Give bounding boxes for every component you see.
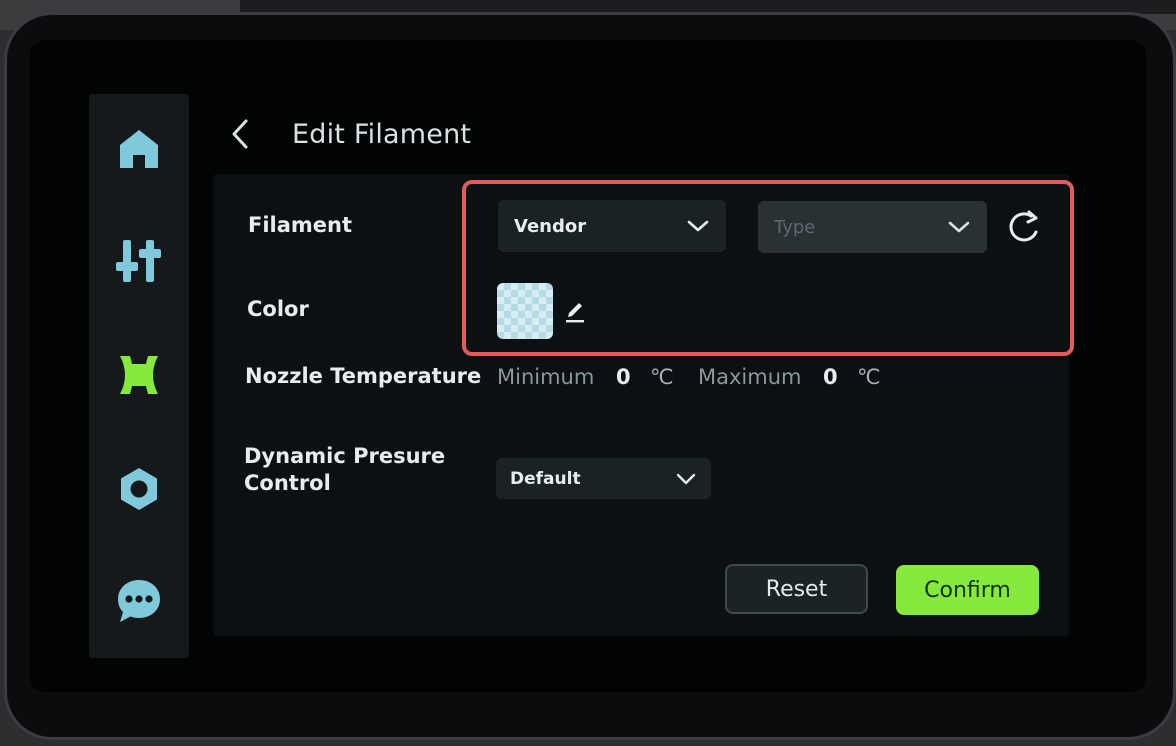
edit-color-button[interactable] bbox=[563, 298, 587, 324]
pencil-icon bbox=[566, 303, 584, 323]
refresh-button[interactable] bbox=[1003, 206, 1045, 248]
back-button[interactable] bbox=[220, 114, 260, 154]
chevron-down-icon bbox=[686, 218, 710, 234]
color-label: Color bbox=[247, 297, 309, 321]
vendor-select[interactable]: Vendor bbox=[498, 200, 726, 252]
sidebar-item-settings[interactable] bbox=[89, 454, 189, 524]
sidebar-item-home[interactable] bbox=[89, 114, 189, 184]
vendor-select-value: Vendor bbox=[514, 215, 587, 237]
chevron-down-icon bbox=[675, 472, 697, 486]
home-icon bbox=[120, 130, 158, 168]
dynamic-pressure-select[interactable]: Default bbox=[496, 458, 711, 499]
refresh-icon bbox=[1009, 210, 1038, 242]
dynamic-pressure-label-line1: Dynamic Presure bbox=[244, 444, 446, 468]
controls-icon bbox=[116, 240, 161, 282]
minimum-label: Minimum bbox=[497, 365, 595, 389]
sidebar-item-filament[interactable] bbox=[89, 340, 189, 410]
filament-spool-icon bbox=[120, 356, 158, 394]
sidebar bbox=[89, 94, 189, 658]
confirm-button[interactable]: Confirm bbox=[896, 565, 1039, 615]
type-select[interactable]: Type bbox=[758, 201, 987, 253]
maximum-value[interactable]: 0 bbox=[823, 364, 838, 391]
chevron-left-icon bbox=[232, 119, 248, 149]
filament-label: Filament bbox=[248, 213, 353, 237]
nozzle-temperature-label: Nozzle Temperature bbox=[245, 364, 482, 388]
minimum-unit: ℃ bbox=[650, 365, 674, 389]
dynamic-pressure-label-line2: Control bbox=[244, 471, 331, 495]
dynamic-pressure-value: Default bbox=[510, 468, 581, 489]
maximum-label: Maximum bbox=[698, 365, 802, 389]
reset-button[interactable]: Reset bbox=[725, 564, 868, 614]
chevron-down-icon bbox=[947, 219, 971, 235]
nut-icon bbox=[121, 468, 157, 510]
sidebar-item-controls[interactable] bbox=[89, 226, 189, 296]
maximum-unit: ℃ bbox=[857, 365, 881, 389]
color-swatch[interactable] bbox=[497, 283, 553, 339]
sidebar-item-messages[interactable] bbox=[89, 566, 189, 636]
type-select-placeholder: Type bbox=[774, 216, 816, 238]
page-title: Edit Filament bbox=[292, 118, 472, 150]
chat-icon bbox=[118, 580, 160, 622]
page-header: Edit Filament bbox=[220, 104, 471, 164]
minimum-value[interactable]: 0 bbox=[616, 364, 631, 391]
